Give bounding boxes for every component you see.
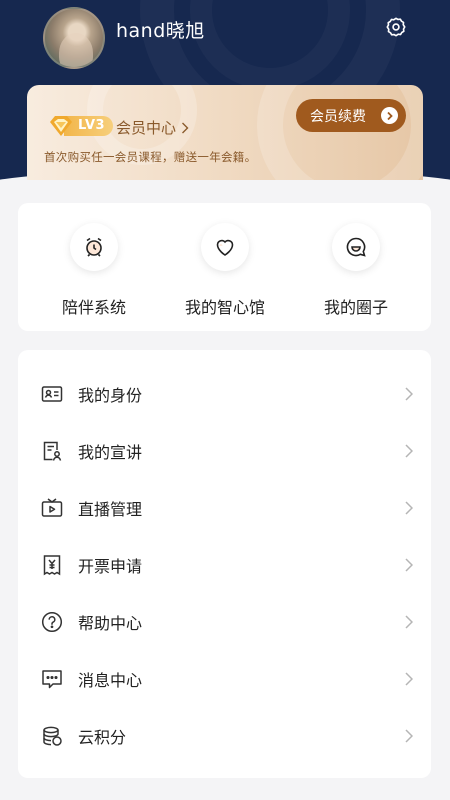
menu-item-label: 开票申请 [78,556,143,576]
document-person-icon [40,439,64,463]
username[interactable]: hand晓旭 [116,16,205,43]
quick-actions-panel: 陪伴系统 我的智心馆 我的圈子 [18,203,431,331]
menu-item-label: 直播管理 [78,499,143,519]
id-card-icon [40,382,64,406]
chevron-right-icon [403,671,415,687]
message-icon [40,667,64,691]
settings-button[interactable] [383,14,409,40]
menu-item-live-management[interactable]: 直播管理 [18,479,431,536]
renew-label: 会员续费 [310,108,366,125]
menu-item-cloud-points[interactable]: 云积分 [18,707,431,764]
menu-item-label: 我的身份 [78,385,143,405]
gear-icon [386,17,406,37]
chevron-right-icon [403,386,415,402]
menu-item-invoice-request[interactable]: 开票申请 [18,536,431,593]
menu-item-message-center[interactable]: 消息中心 [18,650,431,707]
quick-action-label: 我的智心馆 [184,298,265,317]
menu-panel: 我的身份 我的宣讲 直播管理 开票申请 帮助中心 消息中心 云积分 [18,350,431,778]
level-badge: LV3 [48,114,114,138]
diamond-icon [50,116,72,136]
chevron-right-icon [181,122,189,134]
renew-membership-button[interactable]: 会员续费 [296,99,406,132]
bottom-safe-area [0,778,450,800]
member-center-link[interactable]: 会员中心 [116,117,189,138]
arrow-right-icon [381,107,398,124]
menu-item-identity[interactable]: 我的身份 [18,365,431,422]
menu-item-label: 云积分 [78,727,127,747]
quick-action-my-circle[interactable]: 我的圈子 [301,223,411,318]
quick-action-label: 我的圈子 [323,298,388,317]
heart-icon [201,223,249,271]
chevron-right-icon [403,728,415,744]
menu-item-label: 帮助中心 [78,613,143,633]
menu-item-label: 我的宣讲 [78,442,143,462]
membership-card[interactable]: LV3 会员中心 会员续费 首次购买任一会员课程，赠送一年会籍。 [27,85,423,180]
menu-item-help-center[interactable]: 帮助中心 [18,593,431,650]
chevron-right-icon [403,557,415,573]
chevron-right-icon [403,614,415,630]
coins-icon [40,724,64,748]
menu-item-presentations[interactable]: 我的宣讲 [18,422,431,479]
smile-chat-icon [332,223,380,271]
quick-action-mind-hall[interactable]: 我的智心馆 [170,223,280,318]
quick-action-label: 陪伴系统 [61,298,126,317]
alarm-clock-icon [70,223,118,271]
help-circle-icon [40,610,64,634]
promo-text: 首次购买任一会员课程，赠送一年会籍。 [44,150,257,164]
chevron-right-icon [403,500,415,516]
menu-item-label: 消息中心 [78,670,143,690]
tv-play-icon [40,496,64,520]
chevron-right-icon [403,443,415,459]
quick-action-companion[interactable]: 陪伴系统 [39,223,149,318]
avatar[interactable] [43,7,105,69]
member-center-label: 会员中心 [116,119,177,137]
invoice-icon [40,553,64,577]
